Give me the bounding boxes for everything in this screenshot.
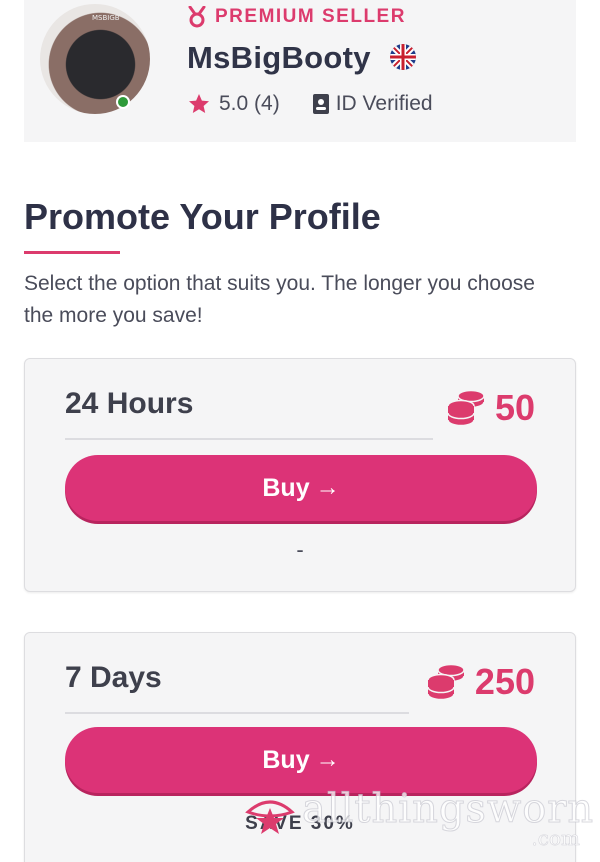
rating-value[interactable]: 5.0 (4) (219, 92, 280, 116)
avatar[interactable]: MSBIGB (40, 4, 150, 114)
option-price: 250 (425, 661, 535, 703)
option-card-24-hours: 24 Hours 50 Buy → - (24, 358, 576, 592)
option-divider (65, 438, 433, 440)
buy-7-days-button[interactable]: Buy → (65, 727, 537, 793)
buy-button-label: Buy (262, 473, 310, 502)
arrow-right-icon: → (315, 746, 340, 773)
coins-icon (445, 388, 487, 428)
id-badge-icon (312, 93, 330, 115)
option-label: 7 Days (65, 661, 162, 694)
option-price-value: 250 (474, 661, 535, 702)
seller-name[interactable]: MsBigBooty (187, 40, 371, 76)
rating-row: 5.0 (4) ID Verified (187, 92, 433, 116)
uk-flag-icon (390, 44, 416, 70)
id-verified-label: ID Verified (335, 92, 433, 115)
option-note: - (296, 537, 304, 562)
arrow-right-icon: → (315, 474, 340, 501)
option-price: 50 (445, 387, 535, 429)
coins-icon (425, 662, 467, 702)
option-price-value: 50 (494, 387, 535, 428)
buy-button-label: Buy (262, 745, 310, 774)
page-subtitle: Select the option that suits you. The lo… (24, 272, 535, 327)
page-title: Promote Your Profile (24, 196, 381, 237)
medal-icon (187, 6, 207, 28)
option-card-7-days: 7 Days 250 Buy → SAVE 30% (24, 632, 576, 862)
premium-seller-badge: PREMIUM SELLER (187, 6, 406, 28)
avatar-tag: MSBIGB (92, 14, 120, 22)
title-underline (24, 251, 120, 254)
online-status-dot (116, 95, 130, 109)
star-icon (187, 92, 211, 116)
premium-seller-label: PREMIUM SELLER (215, 6, 406, 27)
option-divider (65, 712, 409, 714)
option-label: 24 Hours (65, 387, 194, 420)
buy-24-hours-button[interactable]: Buy → (65, 455, 537, 521)
save-note: SAVE 30% (245, 813, 355, 834)
